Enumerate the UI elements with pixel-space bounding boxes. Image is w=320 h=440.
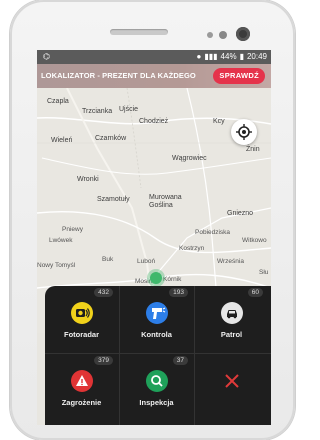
map-label: Pniewy [62, 226, 83, 233]
tile-label: Patrol [220, 330, 243, 339]
map-label: Kcy [213, 118, 225, 125]
map-label: Żnin [246, 146, 260, 153]
fotoradar-tile[interactable]: 432 Fotoradar [45, 286, 118, 352]
radar-gun-icon [146, 302, 168, 324]
map-label: Czapla [47, 98, 69, 105]
location-icon: ● [196, 52, 202, 61]
map-label: Września [217, 258, 244, 265]
car-icon [221, 302, 243, 324]
map-label: Słu [259, 269, 269, 276]
tile-label: Zagrożenie [61, 398, 102, 407]
zagrozenie-tile[interactable]: 379 Zagrożenie [45, 354, 118, 420]
sensor-dot [219, 31, 227, 39]
patrol-tile[interactable]: 60 Patrol [195, 286, 268, 352]
magnifier-icon [146, 370, 168, 392]
report-panel: 432 Fotoradar 193 Kontrola 60 Patrol 379… [45, 286, 271, 425]
tile-label: Kontrola [141, 330, 172, 339]
front-camera [236, 27, 250, 41]
inspekcja-tile[interactable]: 37 Inspekcja [120, 354, 193, 420]
warning-icon [71, 370, 93, 392]
kontrola-tile[interactable]: 193 Kontrola [120, 286, 193, 352]
map-label: Nowy Tomyśl [37, 262, 76, 269]
app-screen: ⌬ ● ▮▮▮ 44% ▮ 20:49 LOKALIZATOR - PREZEN… [37, 50, 271, 425]
close-icon[interactable] [221, 370, 243, 392]
status-bar: ⌬ ● ▮▮▮ 44% ▮ 20:49 [37, 50, 271, 64]
count-badge: 193 [169, 288, 188, 297]
map-label: Pobiedziska [195, 229, 231, 236]
sensor-dot [207, 32, 213, 38]
count-badge: 60 [247, 288, 263, 297]
map-label: Kostrzyn [179, 245, 205, 252]
close-tile[interactable] [195, 354, 268, 420]
count-badge: 379 [94, 356, 113, 365]
tile-label: Inspekcja [139, 398, 174, 407]
sprawdz-button[interactable]: SPRAWDŹ [213, 68, 265, 84]
map-label: Luboń [137, 258, 156, 265]
camera-icon [71, 302, 93, 324]
map-label: Murowana Goślina [149, 194, 182, 209]
clock: 20:49 [246, 52, 267, 61]
banner-text: LOKALIZATOR - PREZENT DLA KAŻDEGO [41, 71, 196, 80]
map-label: Buk [102, 256, 114, 263]
map-label: Ujście [119, 106, 139, 113]
count-badge: 37 [172, 356, 188, 365]
map-label: Szamotuły [97, 196, 130, 203]
map-label: Kórnik [163, 276, 182, 283]
current-location-marker [150, 272, 162, 284]
map-label: Wronki [77, 176, 99, 183]
map-label: Wieleń [51, 137, 73, 144]
locate-me-button[interactable] [231, 119, 257, 145]
map-label: Witkowo [242, 237, 267, 244]
tile-label: Fotoradar [63, 330, 99, 339]
crosshair-icon [236, 124, 252, 140]
notification-icon: ⌬ [43, 52, 50, 61]
map-label: Lwówek [49, 237, 73, 244]
map-label: Wągrowiec [172, 155, 207, 162]
battery-icon: ▮ [239, 52, 244, 61]
speaker-grille [110, 29, 168, 35]
map-label: Gniezno [227, 210, 254, 217]
map-label: Trzcianka [82, 108, 113, 115]
count-badge: 432 [94, 288, 113, 297]
signal-icon: ▮▮▮ [204, 52, 218, 61]
promo-banner[interactable]: LOKALIZATOR - PREZENT DLA KAŻDEGO SPRAWD… [37, 64, 271, 88]
battery-text: 44% [220, 52, 237, 61]
map-label: Chodzież [139, 118, 169, 125]
map-label: Czarnków [95, 135, 127, 142]
